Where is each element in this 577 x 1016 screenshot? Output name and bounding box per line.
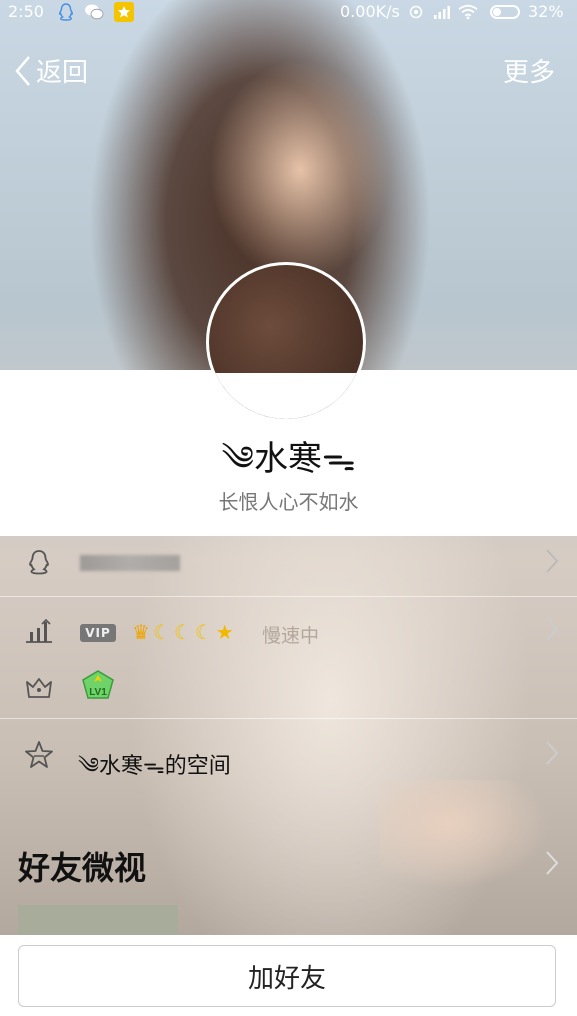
sync-icon (406, 2, 426, 22)
qq-level-icons: ♛ ☾ ☾ ☾ ★ (132, 620, 234, 644)
star-app-icon (114, 2, 134, 22)
avatar-lower-half (209, 373, 363, 419)
qzone-star-icon (25, 741, 53, 768)
row-divider (0, 718, 577, 719)
chevron-right-icon (546, 617, 559, 641)
qq-number-blurred (80, 555, 180, 571)
signal-icon (432, 2, 452, 22)
battery-level (493, 8, 501, 16)
chevron-right-icon (546, 549, 559, 573)
star-icon: ★ (215, 620, 234, 644)
row-divider (0, 596, 577, 597)
moon-icon: ☾ (194, 620, 213, 644)
moon-icon: ☾ (152, 620, 171, 644)
avatar[interactable] (206, 262, 366, 422)
friends-videos-title: 好友微视 (18, 849, 147, 887)
qq-icon (56, 2, 76, 22)
back-label: 返回 (36, 58, 89, 88)
penguin-icon (29, 550, 49, 575)
chevron-left-icon (15, 55, 30, 86)
crown-icon: ♛ (132, 620, 150, 644)
wechat-icon (84, 2, 104, 22)
vip-badge: VIP (80, 624, 116, 642)
battery-percent: 32% (528, 2, 564, 21)
add-friend-button[interactable]: 加好友 (18, 945, 556, 1007)
back-button[interactable]: 返回 (14, 52, 88, 89)
crown-outline-icon (26, 678, 52, 698)
more-button[interactable]: 更多 (503, 52, 555, 89)
battery-icon (490, 5, 520, 19)
status-bar: 2:50 0.00K/s 32% (0, 0, 577, 26)
level-chart-icon (26, 618, 52, 643)
moon-icon: ☾ (173, 620, 192, 644)
background-detail (380, 780, 550, 890)
vip-speed-status: 慢速中 (262, 625, 320, 647)
profile-signature: 长恨人心不如水 (218, 490, 359, 514)
lv-badge-icon: LV1 (82, 670, 114, 699)
wifi-icon (458, 2, 478, 22)
network-speed: 0.00K/s (340, 2, 400, 21)
chevron-right-icon (546, 741, 559, 765)
lv-badge-label: LV1 (89, 687, 107, 698)
status-time: 2:50 (8, 2, 44, 21)
chevron-right-icon[interactable] (545, 850, 559, 876)
qzone-label: ༄水寒ᯓ的空间 (78, 754, 231, 779)
